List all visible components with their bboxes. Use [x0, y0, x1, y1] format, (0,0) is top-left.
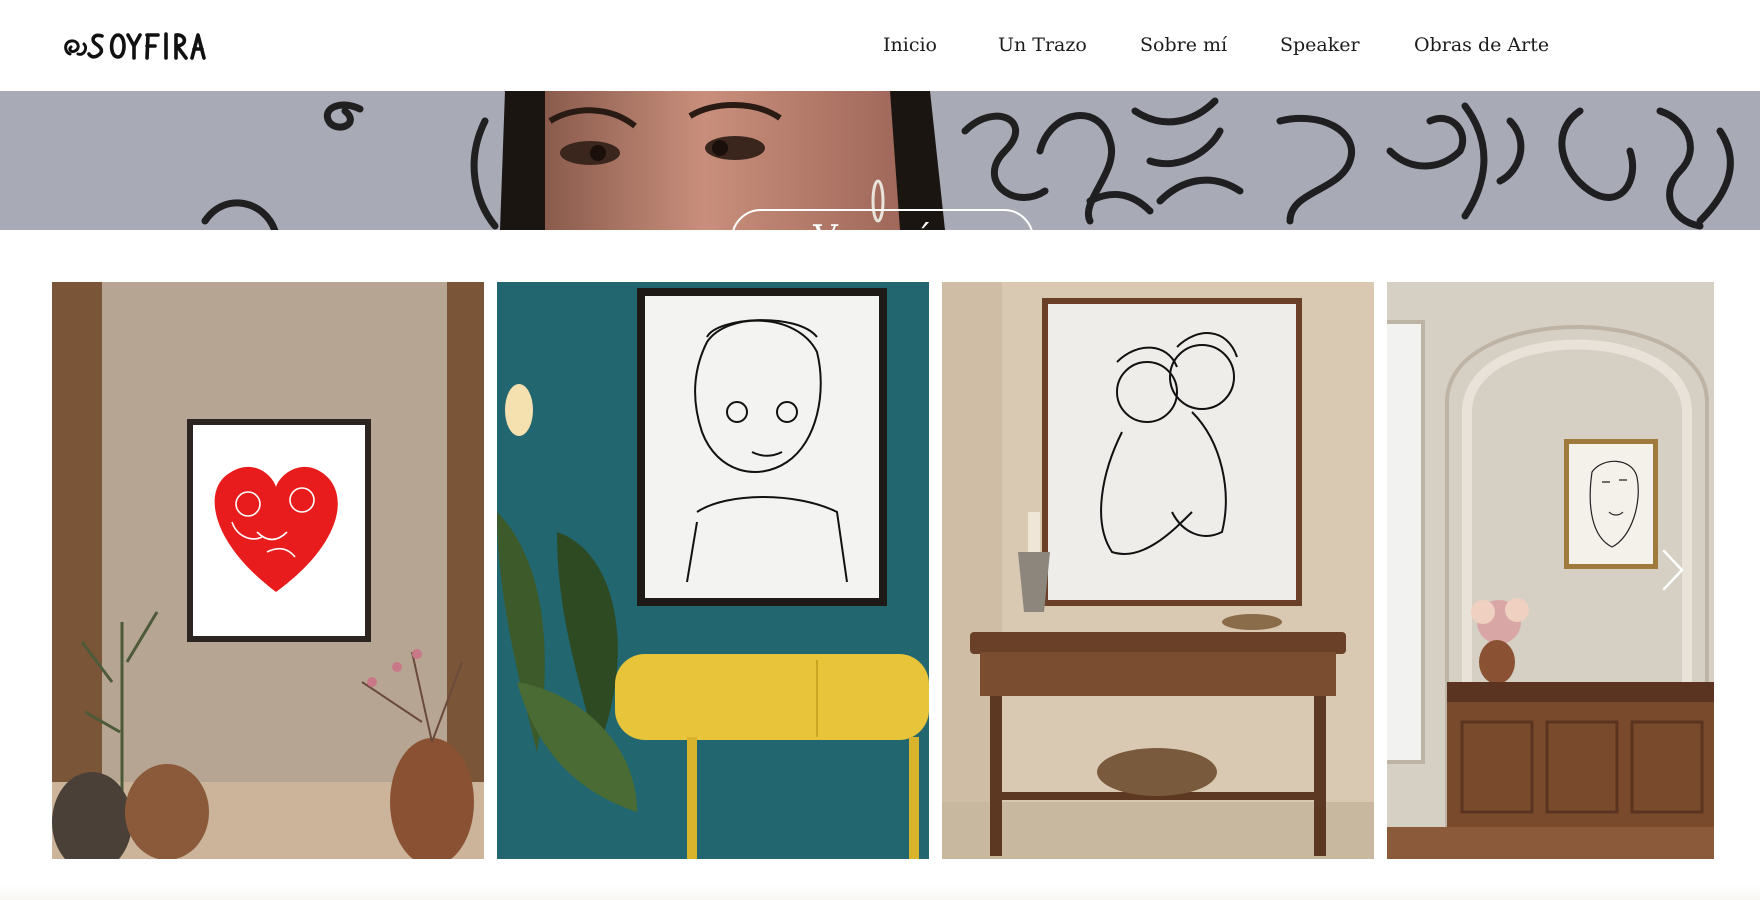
- nav-un-trazo[interactable]: Un Trazo: [998, 34, 1087, 56]
- site-header: Inicio Un Trazo Sobre mí Speaker Obras d…: [0, 0, 1760, 91]
- hero-banner: Ver más: [0, 91, 1760, 230]
- gallery-item-heart[interactable]: [52, 282, 484, 859]
- artwork-gallery: [52, 282, 1714, 859]
- soyfira-logo[interactable]: [58, 24, 234, 70]
- nav-sobre-mi[interactable]: Sobre mí: [1140, 34, 1227, 56]
- nav-inicio[interactable]: Inicio: [883, 34, 937, 56]
- chevron-right-icon[interactable]: [1656, 545, 1690, 595]
- nav-obras-de-arte[interactable]: Obras de Arte: [1414, 34, 1549, 56]
- gallery-item-portrait[interactable]: [497, 282, 929, 859]
- gallery-item-couple[interactable]: [942, 282, 1374, 859]
- ver-mas-button[interactable]: Ver más: [731, 209, 1034, 230]
- nav-speaker[interactable]: Speaker: [1280, 34, 1360, 56]
- page-divider: [0, 885, 1760, 900]
